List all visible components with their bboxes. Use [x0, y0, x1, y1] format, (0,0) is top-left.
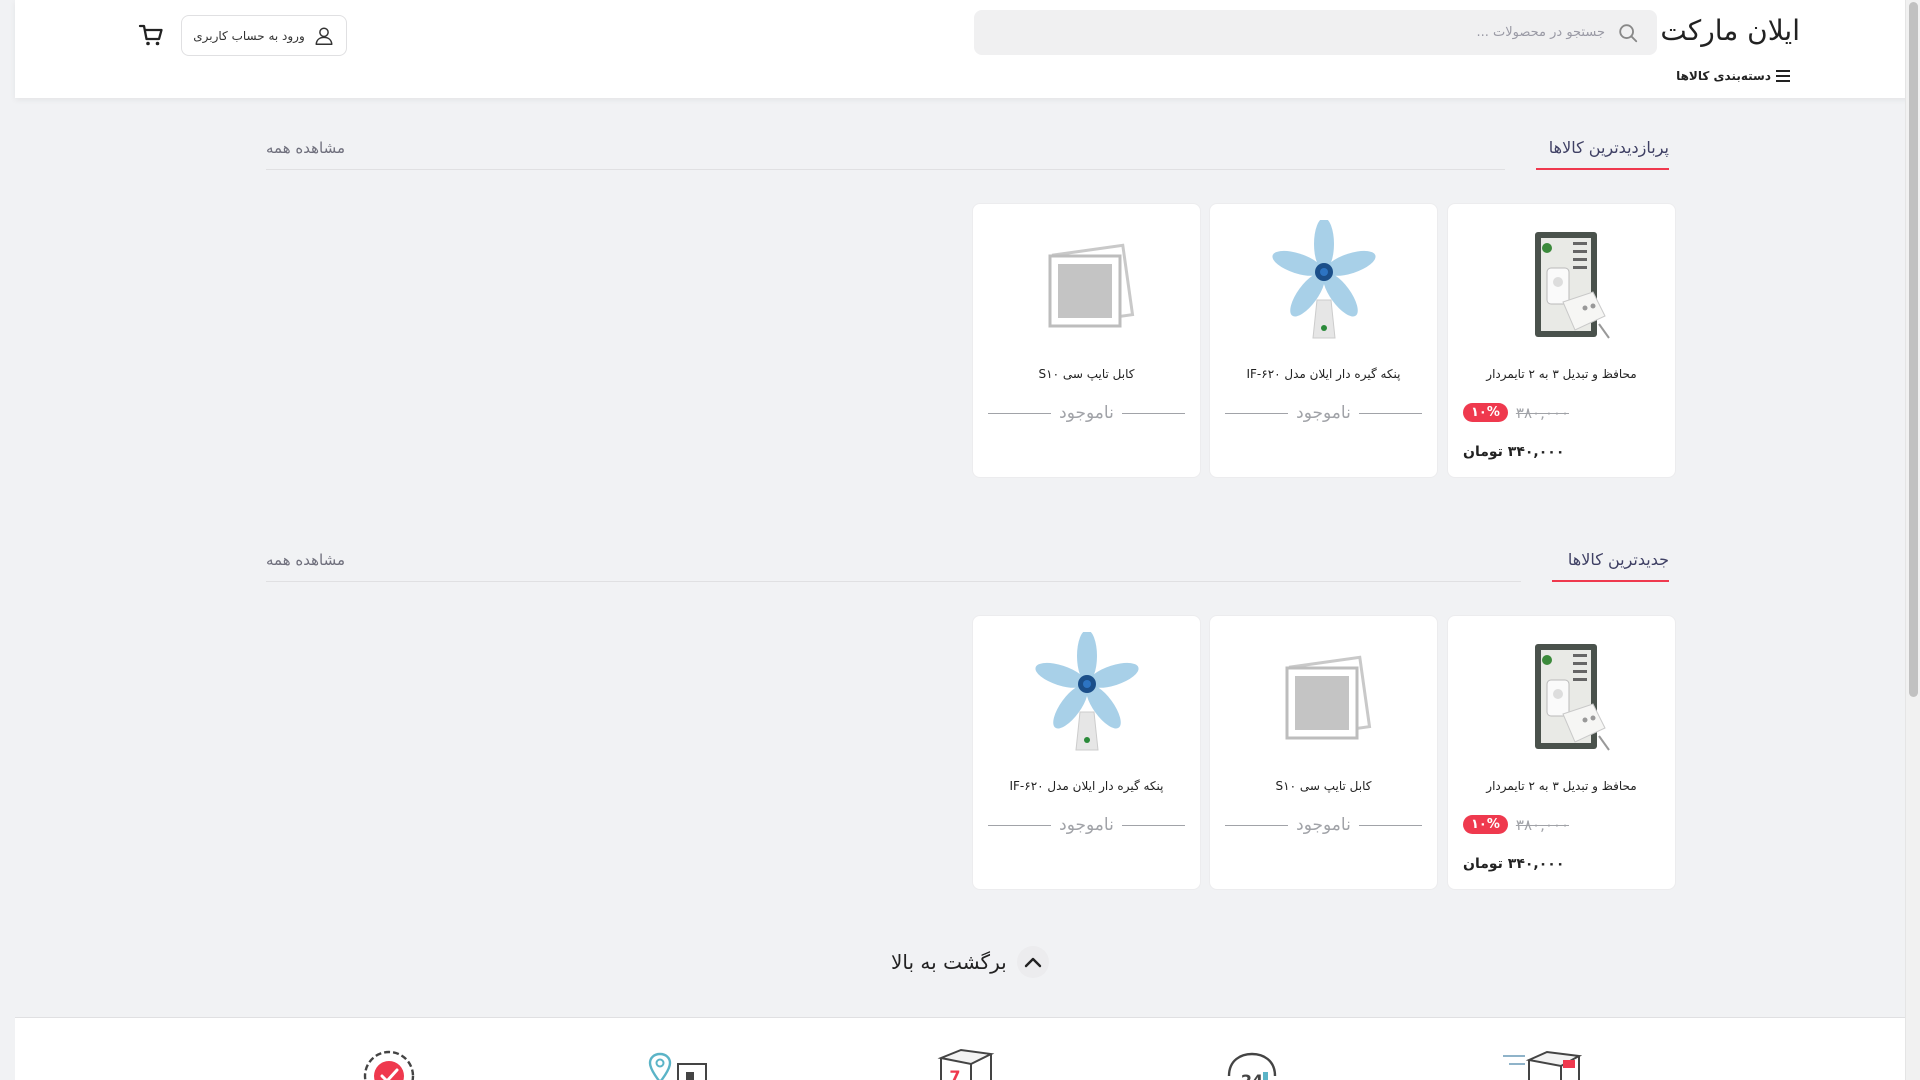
- status-label: ناموجود: [1296, 815, 1351, 835]
- out-of-stock: ناموجود: [1224, 403, 1422, 423]
- status-label: ناموجود: [1059, 815, 1114, 835]
- section-divider: [266, 581, 1521, 582]
- old-price: ۳۸۰,۰۰۰: [1515, 403, 1570, 422]
- section-title-underline: [1536, 168, 1669, 170]
- power-strip-image: [1534, 644, 1610, 751]
- product-name[interactable]: محافظ و تبدیل ۳ به ۲ تایمردار: [1456, 367, 1667, 381]
- svg-text:7: 7: [949, 1067, 960, 1080]
- product-card[interactable]: پنکه گیره دار ایلان مدل IF-۶۲۰ ناموجود: [1209, 203, 1438, 478]
- product-name[interactable]: پنکه گیره دار ایلان مدل IF-۶۲۰: [981, 779, 1192, 793]
- section-title: جدیدترین کالاها: [1567, 550, 1669, 569]
- section-title: پربازدیدترین کالاها: [1548, 138, 1669, 157]
- store-location-icon: [648, 1052, 707, 1080]
- vertical-scrollbar[interactable]: [1905, 0, 1920, 1080]
- divider-line: [1121, 824, 1185, 826]
- site-logo[interactable]: ایلان مارکت: [1660, 14, 1800, 47]
- view-all-link[interactable]: مشاهده همه: [266, 551, 345, 569]
- product-name[interactable]: کابل تایپ سی S۱۰: [1218, 779, 1429, 793]
- product-card[interactable]: پنکه گیره دار ایلان مدل IF-۶۲۰ ناموجود: [972, 615, 1201, 890]
- fan-image: [1034, 632, 1139, 751]
- product-card[interactable]: کابل تایپ سی S۱۰ ناموجود: [1209, 615, 1438, 890]
- fast-delivery-icon: [1503, 1050, 1583, 1080]
- product-card[interactable]: کابل تایپ سی S۱۰ ناموجود: [972, 203, 1201, 478]
- search-icon[interactable]: [1617, 22, 1639, 44]
- status-label: ناموجود: [1296, 403, 1351, 423]
- product-name[interactable]: کابل تایپ سی S۱۰: [981, 367, 1192, 381]
- svg-text:24: 24: [1241, 1071, 1263, 1080]
- power-strip-image: [1534, 232, 1610, 339]
- back-to-top-button[interactable]: برگشت به بالا: [891, 946, 1049, 978]
- price-row: ۱۰% ۳۸۰,۰۰۰: [1463, 403, 1569, 422]
- user-icon: [315, 26, 333, 45]
- status-label: ناموجود: [1059, 403, 1114, 423]
- return-7-days-icon: 7: [937, 1048, 995, 1080]
- product-name[interactable]: پنکه گیره دار ایلان مدل IF-۶۲۰: [1218, 367, 1429, 381]
- final-price: ۳۴۰,۰۰۰ تومان: [1463, 444, 1565, 460]
- chevron-up-icon: [1016, 946, 1049, 978]
- discount-badge: ۱۰%: [1463, 403, 1508, 422]
- product-name[interactable]: محافظ و تبدیل ۳ به ۲ تایمردار: [1456, 779, 1667, 793]
- categories-menu[interactable]: دسته‌بندی کالاها: [1676, 69, 1790, 83]
- scrollbar-thumb[interactable]: [1909, 2, 1918, 697]
- placeholder-image-icon: [1285, 655, 1371, 740]
- login-label: ورود به حساب کاربری: [193, 28, 305, 43]
- old-price: ۳۸۰,۰۰۰: [1515, 815, 1570, 834]
- view-all-link[interactable]: مشاهده همه: [266, 139, 345, 157]
- fan-image: [1271, 220, 1376, 339]
- discount-badge: ۱۰%: [1463, 815, 1508, 834]
- footer-features: 24 7: [15, 1017, 1920, 1080]
- header: ایلان مارکت دسته‌بندی کالاها ورود به حسا…: [15, 0, 1920, 98]
- page: ایلان مارکت دسته‌بندی کالاها ورود به حسا…: [15, 0, 1920, 1080]
- section-title-underline: [1552, 580, 1669, 582]
- divider-line: [1224, 824, 1289, 826]
- menu-icon: [1776, 70, 1790, 82]
- final-price: ۳۴۰,۰۰۰ تومان: [1463, 856, 1565, 872]
- support-24-icon: 24: [1227, 1052, 1277, 1080]
- out-of-stock: ناموجود: [987, 403, 1185, 423]
- quality-guarantee-icon: [363, 1050, 415, 1080]
- categories-label: دسته‌بندی کالاها: [1676, 69, 1771, 83]
- section-divider: [266, 169, 1505, 170]
- product-card[interactable]: محافظ و تبدیل ۳ به ۲ تایمردار ۱۰% ۳۸۰,۰۰…: [1447, 615, 1676, 890]
- divider-line: [1358, 824, 1422, 826]
- out-of-stock: ناموجود: [1224, 815, 1422, 835]
- login-button[interactable]: ورود به حساب کاربری: [181, 15, 347, 56]
- cart-icon[interactable]: [138, 22, 164, 48]
- search-input[interactable]: [1005, 10, 1605, 55]
- product-card[interactable]: محافظ و تبدیل ۳ به ۲ تایمردار ۱۰% ۳۸۰,۰۰…: [1447, 203, 1676, 478]
- out-of-stock: ناموجود: [987, 815, 1185, 835]
- placeholder-image-icon: [1048, 243, 1134, 328]
- divider-line: [1358, 412, 1422, 414]
- divider-line: [1224, 412, 1289, 414]
- divider-line: [1121, 412, 1185, 414]
- price-row: ۱۰% ۳۸۰,۰۰۰: [1463, 815, 1569, 834]
- divider-line: [987, 412, 1052, 414]
- divider-line: [987, 824, 1052, 826]
- search-bar: [974, 10, 1657, 55]
- back-to-top-label: برگشت به بالا: [891, 950, 1007, 974]
